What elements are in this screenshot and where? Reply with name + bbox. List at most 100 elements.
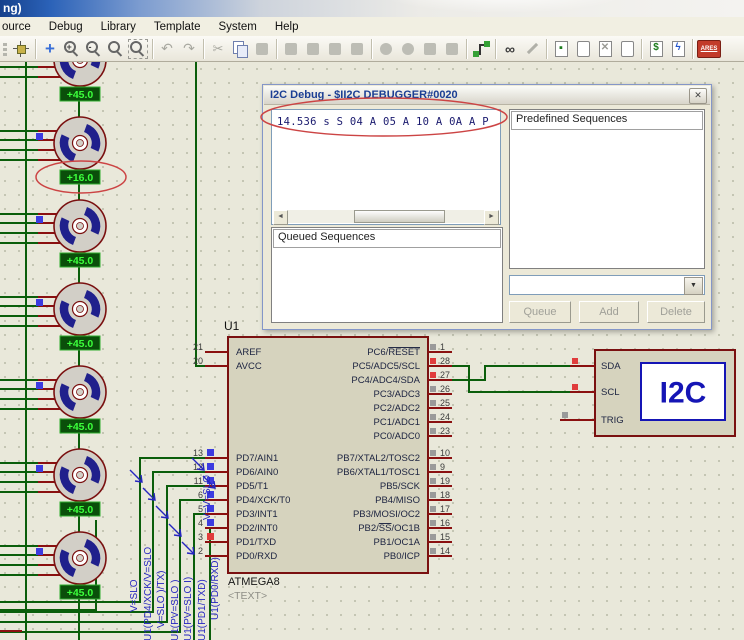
- pin-label: PB6/XTAL1/TOSC1: [337, 467, 420, 478]
- pin-number: 27: [440, 370, 450, 380]
- block-copy-icon[interactable]: [281, 39, 301, 59]
- predefined-sequences-list[interactable]: Predefined Sequences: [509, 109, 705, 269]
- pin-number: 20: [193, 356, 203, 366]
- queued-sequences-header: Queued Sequences: [273, 229, 501, 248]
- zoom-all-icon[interactable]: [128, 39, 148, 59]
- menu-help[interactable]: Help: [266, 18, 308, 36]
- block-move-icon[interactable]: [303, 39, 323, 59]
- close-icon[interactable]: ✕: [689, 88, 707, 104]
- chevron-down-icon[interactable]: ▼: [684, 277, 703, 295]
- block-rotate-icon[interactable]: [325, 39, 345, 59]
- remove-backannotation-icon[interactable]: ✕: [595, 39, 615, 59]
- partial-toolbar-icon[interactable]: [2, 39, 9, 59]
- property-assignment-icon[interactable]: [522, 39, 542, 59]
- pin-state-indicator: [430, 478, 436, 484]
- wire-label: U1(PV=SLO ): [170, 580, 181, 640]
- pin-label: TRIG: [601, 415, 624, 426]
- menu-system[interactable]: System: [210, 18, 266, 36]
- i2c-logo-label: I2C: [660, 377, 707, 410]
- queued-sequences-list[interactable]: Queued Sequences: [271, 227, 503, 323]
- pin-state-indicator: [572, 384, 578, 390]
- scrollbar-thumb[interactable]: [354, 210, 444, 223]
- pin-state-indicator: [36, 216, 43, 223]
- zoom-in-icon[interactable]: +: [62, 39, 82, 59]
- pin-number: 13: [193, 448, 203, 458]
- toolbar-separator: [466, 39, 467, 59]
- netlist-compile-icon[interactable]: ▪: [551, 39, 571, 59]
- delete-button[interactable]: Delete: [647, 301, 705, 323]
- i2c-debug-titlebar[interactable]: I2C Debug - $II2C DEBUGGER#0020: [264, 86, 710, 105]
- pin-number: 21: [193, 342, 203, 352]
- reannotate-icon[interactable]: [617, 39, 637, 59]
- queue-button[interactable]: Queue: [509, 301, 571, 323]
- scroll-left-icon[interactable]: ◄: [273, 210, 288, 225]
- i2c-debug-window: I2C Debug - $II2C DEBUGGER#0020 ✕ 14.536…: [262, 84, 712, 330]
- toolbar: ++-↶↷✂∞▪✕$ϟARES: [0, 36, 744, 62]
- model-compile-icon[interactable]: [573, 39, 593, 59]
- motor-value-label: +16.0: [67, 172, 94, 184]
- zoom-out-icon[interactable]: -: [84, 39, 104, 59]
- chip-text-placeholder: <TEXT>: [228, 590, 267, 602]
- electrical-rule-check-icon[interactable]: ϟ: [668, 39, 688, 59]
- pin-label: PD7/AIN1: [236, 453, 278, 464]
- menu-template[interactable]: Template: [145, 18, 210, 36]
- wire-label: V=SLO: [129, 579, 140, 612]
- bill-of-materials-icon[interactable]: $: [646, 39, 666, 59]
- redo-icon[interactable]: ↷: [179, 39, 199, 59]
- wire-label: U1(PD4/XCK/V=SLO: [143, 547, 154, 640]
- pin-number: 3: [198, 532, 203, 542]
- cut-icon[interactable]: ✂: [208, 39, 228, 59]
- pin-state-indicator: [562, 412, 568, 418]
- pin-state-indicator: [430, 548, 436, 554]
- pin-label: PD1/TXD: [236, 537, 276, 548]
- ares-netlist-transfer-icon[interactable]: ARES: [697, 40, 721, 58]
- i2c-output-pane[interactable]: 14.536 s S 04 A 05 A 10 A 0A A P ◄ ►: [271, 109, 501, 225]
- motor-value-label: +45.0: [67, 255, 94, 267]
- horizontal-scrollbar[interactable]: ◄ ►: [273, 210, 499, 223]
- pick-device-icon[interactable]: [376, 39, 396, 59]
- menu-debug[interactable]: Debug: [40, 18, 92, 36]
- wire-label: U1(PV=SLO I): [183, 577, 194, 640]
- pin-state-indicator: [430, 492, 436, 498]
- pin-number: 1: [440, 342, 445, 352]
- pin-label: PC2/ADC2: [374, 403, 420, 414]
- decompose-icon[interactable]: [442, 39, 462, 59]
- zoom-area-icon[interactable]: [106, 39, 126, 59]
- toolbar-separator: [495, 39, 496, 59]
- predefined-sequences-header: Predefined Sequences: [511, 111, 703, 130]
- pin-state-indicator: [430, 400, 436, 406]
- packaging-tool-icon[interactable]: [420, 39, 440, 59]
- paste-icon[interactable]: [252, 39, 272, 59]
- block-delete-icon[interactable]: [347, 39, 367, 59]
- toolbar-separator: [692, 39, 693, 59]
- pin-state-indicator: [430, 450, 436, 456]
- chip-value[interactable]: ATMEGA8: [228, 576, 280, 588]
- copy-icon[interactable]: [230, 39, 250, 59]
- pin-label: AREF: [236, 347, 262, 358]
- undo-icon[interactable]: ↶: [157, 39, 177, 59]
- title-bar[interactable]: ng): [0, 0, 744, 17]
- menu-library[interactable]: Library: [92, 18, 145, 36]
- pan-icon[interactable]: +: [40, 39, 60, 59]
- search-tag-icon[interactable]: ∞: [500, 39, 520, 59]
- pin-label: PB3/MOSI/OC2: [353, 509, 420, 520]
- pin-state-indicator: [572, 358, 578, 364]
- pin-state-indicator: [430, 358, 436, 364]
- pin-label: PD6/AIN0: [236, 467, 278, 478]
- chip-reference[interactable]: U1: [224, 319, 240, 333]
- toolbar-separator: [276, 39, 277, 59]
- wire-autorouter-icon[interactable]: [471, 39, 491, 59]
- pin-number: 17: [440, 504, 450, 514]
- sequence-combobox[interactable]: ▼: [509, 275, 705, 295]
- add-button[interactable]: Add: [579, 301, 639, 323]
- pin-number: 16: [440, 518, 450, 528]
- pin-state-indicator: [207, 533, 214, 540]
- origin-icon[interactable]: [11, 39, 31, 59]
- pin-state-indicator: [36, 465, 43, 472]
- make-device-icon[interactable]: [398, 39, 418, 59]
- menu-source[interactable]: ource: [0, 18, 40, 36]
- wire-label: U1(PD0/RXD): [210, 557, 221, 620]
- scroll-right-icon[interactable]: ►: [484, 210, 499, 225]
- pin-label: PB4/MISO: [375, 495, 420, 506]
- motor-shaft-hole: [77, 555, 84, 562]
